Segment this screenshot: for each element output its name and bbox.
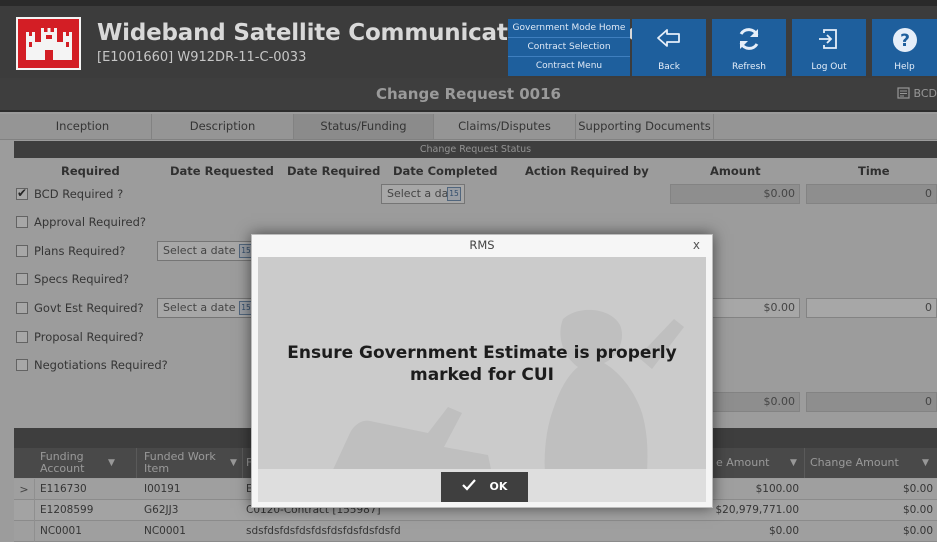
checkmark-icon xyxy=(461,479,476,491)
dialog-title: RMS xyxy=(252,235,712,257)
back-arrow-icon xyxy=(632,26,706,54)
svg-text:?: ? xyxy=(900,31,910,51)
contract-subtitle: [E1001660] W912DR-11-C-0033 xyxy=(97,50,307,65)
ok-button[interactable]: OK xyxy=(441,472,528,502)
back-label: Back xyxy=(658,62,680,72)
castle-icon xyxy=(26,28,72,60)
government-mode-home-link[interactable]: Government Mode Home xyxy=(508,19,630,38)
refresh-button[interactable]: Refresh xyxy=(712,19,786,76)
dialog-message: Ensure Government Estimate is properly m… xyxy=(287,343,677,385)
refresh-label: Refresh xyxy=(732,62,766,72)
logout-icon xyxy=(792,26,866,54)
help-icon: ? xyxy=(872,26,937,54)
logout-button[interactable]: Log Out xyxy=(792,19,866,76)
contract-menu-link[interactable]: Contract Menu xyxy=(508,57,630,76)
usace-castle-logo xyxy=(16,17,81,70)
dialog-footer: OK xyxy=(258,469,706,502)
close-icon[interactable]: x xyxy=(693,238,700,252)
alert-dialog: RMS x Ensure Government Estimate is prop… xyxy=(251,234,713,508)
mode-navigation: Government Mode Home Contract Selection … xyxy=(508,19,630,76)
refresh-icon xyxy=(712,26,786,54)
logout-label: Log Out xyxy=(811,62,847,72)
app-window: Wideband Satellite Communications Center… xyxy=(0,0,937,542)
ok-label: OK xyxy=(489,480,508,493)
help-label: Help xyxy=(894,62,915,72)
dialog-body: Ensure Government Estimate is properly m… xyxy=(258,257,706,502)
back-button[interactable]: Back xyxy=(632,19,706,76)
contract-selection-link[interactable]: Contract Selection xyxy=(508,38,630,57)
help-button[interactable]: ? Help xyxy=(872,19,937,76)
app-header: Wideband Satellite Communications Center… xyxy=(0,0,937,78)
